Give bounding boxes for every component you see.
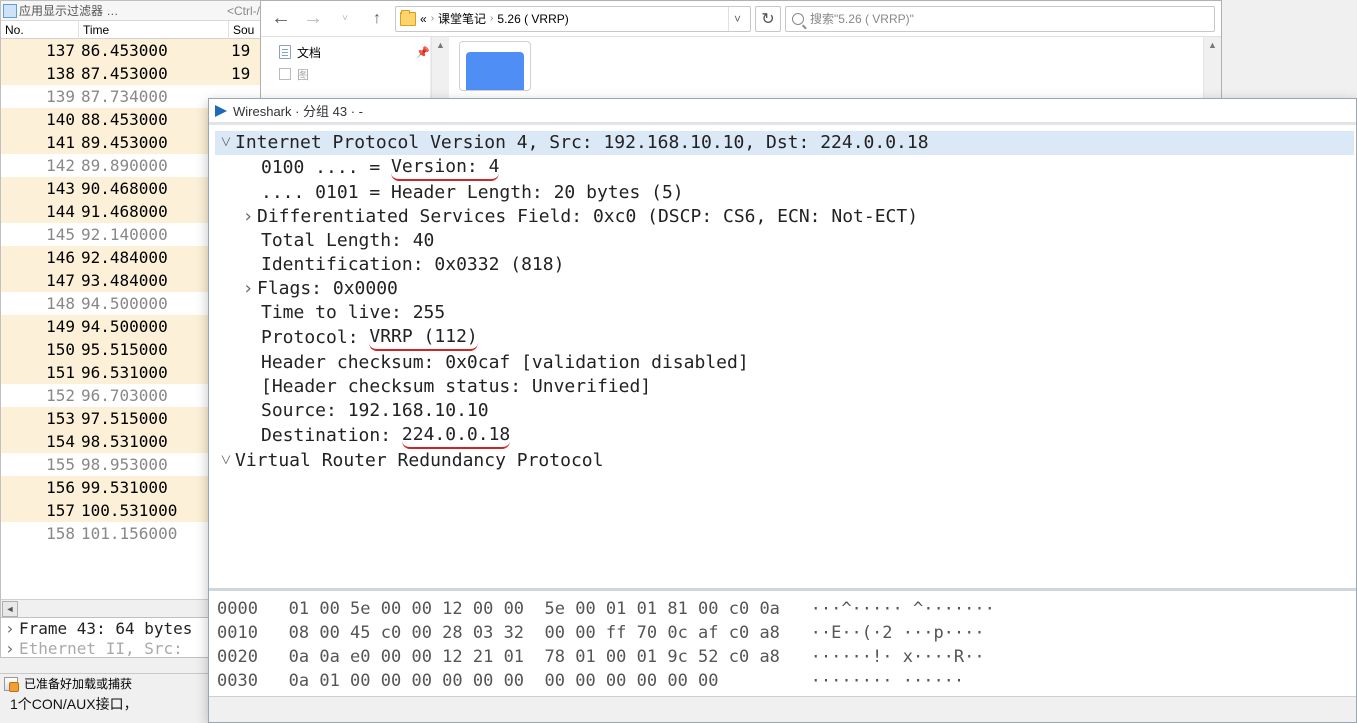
nav-item-documents[interactable]: 文档 📌 [261,41,430,63]
expand-icon[interactable]: › [239,205,257,229]
display-filter-bar[interactable]: 应用显示过滤器 … <Ctrl-/> [1,1,269,21]
explorer-content[interactable] [449,37,1203,99]
search-icon [792,13,804,25]
pin-icon[interactable]: 📌 [416,46,430,59]
address-bar[interactable]: «› 课堂笔记› 5.26 ( VRRP) ˅ [395,6,751,32]
hex-row[interactable]: 0020 0a 0a e0 00 00 12 21 01 78 01 00 01… [217,645,1348,669]
packet-row[interactable]: 13887.45300019 [1,62,269,85]
tree-ip-checksum[interactable]: Header checksum: 0x0caf [validation disa… [215,351,1354,375]
expand-icon[interactable]: › [5,619,19,638]
collapse-icon[interactable]: ˅ [217,449,235,473]
window-footer [209,696,1356,722]
capture-options-icon[interactable] [4,677,18,691]
col-time[interactable]: Time [79,21,229,39]
window-titlebar[interactable]: Wireshark · 分组 43 · - [209,99,1356,123]
nav-recent-button[interactable]: ˅ [331,5,359,33]
tree-ip-totallen[interactable]: Total Length: 40 [215,229,1354,253]
hex-row[interactable]: 0010 08 00 45 c0 00 28 03 32 00 00 ff 70… [217,621,1348,645]
picture-icon [279,68,291,80]
nav-forward-button: → [299,5,327,33]
nav-item-pictures[interactable]: 图 [261,63,430,85]
file-thumbnail[interactable] [459,41,531,91]
breadcrumb[interactable]: 5.26 ( VRRP) [497,12,568,26]
document-icon [279,45,291,59]
tree-ip-flags[interactable]: ›Flags: 0x0000 [215,277,1354,301]
nav-item-label: 文档 [297,44,321,61]
wireshark-icon [215,105,227,117]
tree-ip-header[interactable]: ˅Internet Protocol Version 4, Src: 192.1… [215,131,1354,155]
tree-ip-hlen[interactable]: .... 0101 = Header Length: 20 bytes (5) [215,181,1354,205]
status-text: 已准备好加载或捕获 [24,675,132,692]
breadcrumb[interactable]: « [420,12,427,26]
breadcrumb[interactable]: 课堂笔记 [438,10,486,27]
nav-scrollbar[interactable]: ▲ [431,37,449,99]
wireshark-packet-window: Wireshark · 分组 43 · - ˅Internet Protocol… [208,98,1357,723]
packet-tree[interactable]: ˅Internet Protocol Version 4, Src: 192.1… [209,123,1356,588]
scroll-up-icon[interactable]: ▲ [432,37,449,53]
collapse-icon[interactable]: ˅ [217,131,235,155]
refresh-button[interactable]: ↻ [755,6,781,32]
hex-row[interactable]: 0030 0a 01 00 00 00 00 00 00 00 00 00 00… [217,669,1348,693]
tree-ip-ttl[interactable]: Time to live: 255 [215,301,1354,325]
scroll-up-icon[interactable]: ▲ [1204,37,1221,53]
packet-list-header[interactable]: No. Time Sou [1,21,269,39]
tree-ip-version[interactable]: 0100 .... = Version: 4 [215,155,1354,181]
search-placeholder: 搜索"5.26 ( VRRP)" [810,10,914,27]
background-text: 1个CON/AUX接口， [10,694,138,714]
tree-ip-dsf[interactable]: ›Differentiated Services Field: 0xc0 (DS… [215,205,1354,229]
tree-ip-proto[interactable]: Protocol: VRRP (112) [215,325,1354,351]
explorer-nav-pane[interactable]: 文档 📌 图 [261,37,431,99]
eth-summary[interactable]: Ethernet II, Src: [19,639,183,658]
packet-row[interactable]: 13786.45300019 [1,39,269,62]
folder-icon [400,12,416,26]
tree-ip-src[interactable]: Source: 192.168.10.10 [215,399,1354,423]
filter-placeholder: 应用显示过滤器 … [19,2,225,19]
tree-vrrp-header[interactable]: ˅Virtual Router Redundancy Protocol [215,449,1354,473]
explorer-toolbar: ← → ˅ ↑ «› 课堂笔记› 5.26 ( VRRP) ˅ ↻ 搜索"5.2… [261,1,1221,37]
expand-icon[interactable]: › [239,277,257,301]
window-title: Wireshark · 分组 43 · - [233,101,363,120]
search-input[interactable]: 搜索"5.26 ( VRRP)" [785,6,1215,32]
content-scrollbar[interactable]: ▲ [1203,37,1221,99]
tree-ip-checksum-status[interactable]: [Header checksum status: Unverified] [215,375,1354,399]
col-no[interactable]: No. [1,21,79,39]
nav-up-button[interactable]: ↑ [363,5,391,33]
tree-ip-dst[interactable]: Destination: 224.0.0.18 [215,423,1354,449]
frame-summary[interactable]: Frame 43: 64 bytes [19,619,192,638]
file-explorer-window: ← → ˅ ↑ «› 课堂笔记› 5.26 ( VRRP) ˅ ↻ 搜索"5.2… [260,0,1222,100]
expand-icon[interactable]: › [5,639,19,658]
tree-ip-id[interactable]: Identification: 0x0332 (818) [215,253,1354,277]
nav-item-label: 图 [297,66,309,83]
address-dropdown-icon[interactable]: ˅ [728,7,746,31]
scroll-left-icon[interactable]: ◄ [2,601,18,617]
hex-dump-pane[interactable]: 0000 01 00 5e 00 00 12 00 00 5e 00 01 01… [209,588,1356,696]
nav-back-button[interactable]: ← [267,5,295,33]
filter-bookmark-icon[interactable] [3,4,17,18]
hex-row[interactable]: 0000 01 00 5e 00 00 12 00 00 5e 00 01 01… [217,597,1348,621]
